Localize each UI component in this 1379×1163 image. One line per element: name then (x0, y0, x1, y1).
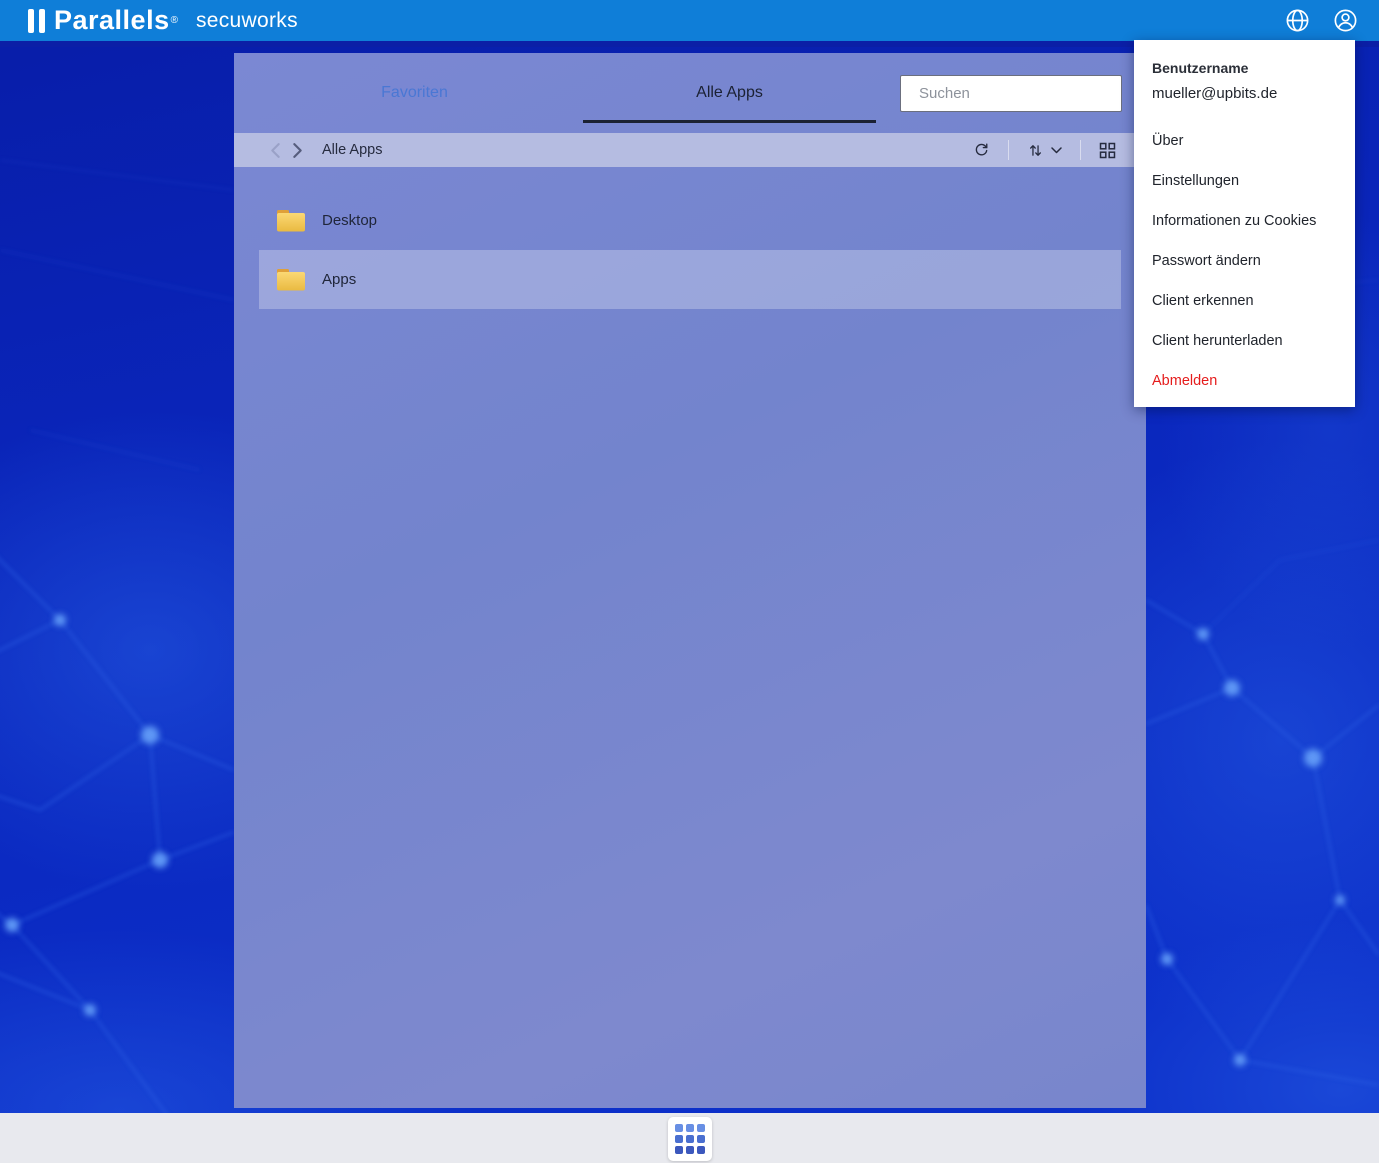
username-label: Benutzername (1152, 60, 1341, 76)
menu-item-client-erkennen[interactable]: Client erkennen (1152, 281, 1341, 321)
folder-row-apps[interactable]: Apps (259, 250, 1121, 309)
user-icon (1332, 7, 1359, 34)
chevron-left-icon (270, 142, 281, 159)
forward-button[interactable] (286, 139, 308, 161)
sort-button[interactable] (1023, 138, 1066, 162)
menu-item-passwort-aendern[interactable]: Passwort ändern (1152, 241, 1341, 281)
chevron-down-icon (1051, 147, 1062, 154)
user-email: mueller@upbits.de (1152, 85, 1341, 102)
parallels-logo: Parallels ® secuworks (0, 5, 298, 36)
apps-panel: Favoriten Alle Apps Alle Apps (234, 53, 1146, 1108)
app-grid-icon (675, 1124, 705, 1154)
navigation-toolbar: Alle Apps (234, 133, 1146, 167)
tab-favoriten[interactable]: Favoriten (268, 65, 561, 123)
menu-item-abmelden[interactable]: Abmelden (1152, 361, 1341, 401)
back-button[interactable] (264, 139, 286, 161)
search-box (900, 75, 1122, 112)
menu-item-einstellungen[interactable]: Einstellungen (1152, 161, 1341, 201)
tab-alle-apps[interactable]: Alle Apps (583, 65, 876, 123)
toolbar-divider (1008, 140, 1009, 160)
search-input[interactable] (919, 85, 1118, 102)
refresh-icon (973, 142, 990, 159)
parallels-logo-bars-icon (28, 9, 45, 33)
grid-view-icon (1099, 142, 1116, 159)
registered-mark: ® (171, 15, 178, 26)
globe-icon (1284, 7, 1311, 34)
user-dropdown-menu: Benutzername mueller@upbits.de Über Eins… (1134, 40, 1355, 407)
folder-label: Apps (322, 271, 356, 288)
menu-item-ueber[interactable]: Über (1152, 121, 1341, 161)
folder-icon (276, 208, 306, 233)
refresh-button[interactable] (969, 138, 994, 162)
brand-name: Parallels (54, 5, 170, 36)
menu-item-cookies[interactable]: Informationen zu Cookies (1152, 201, 1341, 241)
folder-row-desktop[interactable]: Desktop (259, 191, 1121, 250)
menu-item-client-herunterladen[interactable]: Client herunterladen (1152, 321, 1341, 361)
toolbar-divider (1080, 140, 1081, 160)
breadcrumb: Alle Apps (322, 142, 382, 158)
product-name: secuworks (196, 9, 298, 33)
app-launcher-button[interactable] (668, 1117, 712, 1161)
user-menu-list: Über Einstellungen Informationen zu Cook… (1152, 121, 1341, 401)
folder-icon (276, 267, 306, 292)
app-folder-list: Desktop Apps (234, 191, 1146, 309)
view-mode-button[interactable] (1095, 138, 1120, 162)
chevron-right-icon (292, 142, 303, 159)
sort-arrows-icon (1027, 142, 1044, 159)
user-account-button[interactable] (1331, 7, 1359, 35)
language-globe-button[interactable] (1283, 7, 1311, 35)
folder-label: Desktop (322, 212, 377, 229)
bottom-dock (0, 1113, 1379, 1163)
header-actions (1283, 7, 1379, 35)
tabs-bar: Favoriten Alle Apps (234, 53, 1146, 133)
